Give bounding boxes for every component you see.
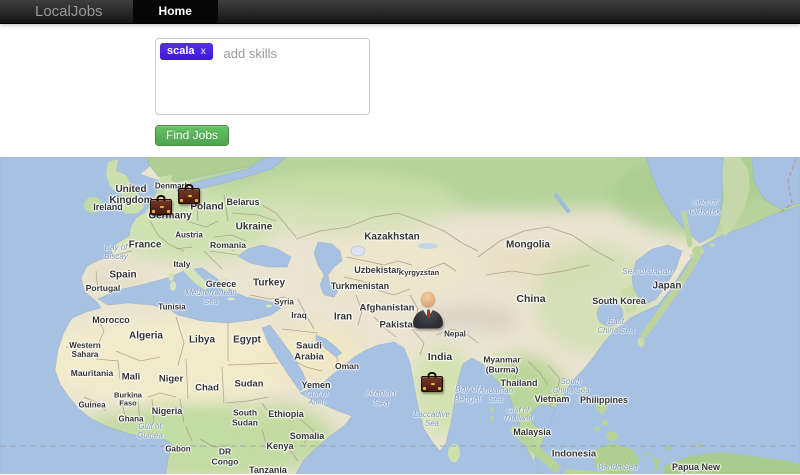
navbar: LocalJobs Home bbox=[0, 0, 800, 24]
skill-tag-label: scala bbox=[167, 45, 195, 57]
find-jobs-button[interactable]: Find Jobs bbox=[155, 125, 229, 146]
briefcase-marker[interactable] bbox=[150, 199, 172, 215]
search-panel: scalax Find Jobs bbox=[0, 24, 800, 157]
add-skills-input[interactable] bbox=[224, 46, 354, 61]
nav-item-home[interactable]: Home bbox=[133, 0, 218, 23]
briefcase-marker[interactable] bbox=[178, 188, 200, 204]
map-terrain bbox=[0, 157, 800, 474]
tag-remove-icon[interactable]: x bbox=[201, 46, 207, 57]
brand-logo: LocalJobs bbox=[0, 0, 121, 23]
skills-tag-input[interactable]: scalax bbox=[155, 38, 370, 115]
map-canvas[interactable]: IrelandUnited KingdomDenmarkGermanyPolan… bbox=[0, 157, 800, 474]
person-marker[interactable] bbox=[412, 292, 444, 329]
skill-tag-scala[interactable]: scalax bbox=[160, 43, 213, 60]
briefcase-marker[interactable] bbox=[421, 376, 443, 392]
